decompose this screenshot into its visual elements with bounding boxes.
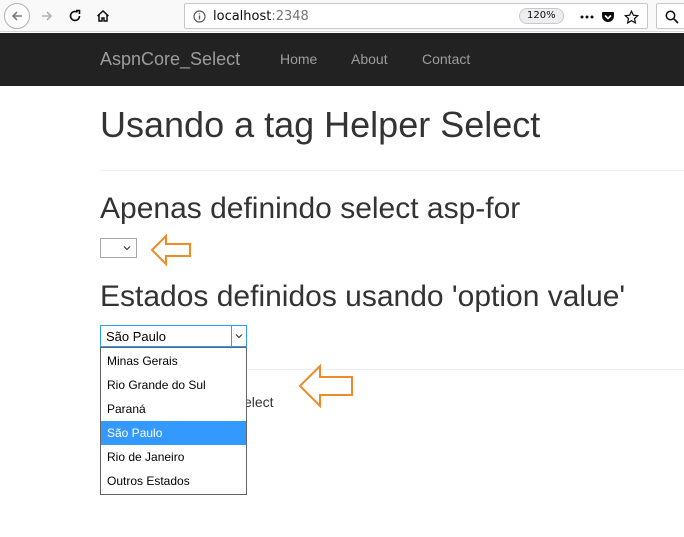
forward-button[interactable] bbox=[34, 3, 60, 29]
divider bbox=[100, 170, 684, 171]
section-heading-asp-for: Apenas definindo select asp-for bbox=[100, 192, 521, 225]
states-dropdown-list: Minas Gerais Rio Grande do Sul Paraná Sã… bbox=[100, 347, 247, 495]
back-arrow-icon bbox=[11, 11, 22, 21]
empty-select[interactable] bbox=[100, 238, 137, 258]
browser-toolbar: localhost:2348 120% bbox=[0, 0, 684, 32]
site-navbar: AspnCore_Select Home About Contact bbox=[0, 33, 684, 86]
partially-hidden-text: elect bbox=[244, 394, 274, 410]
nav-link-home[interactable]: Home bbox=[280, 51, 317, 67]
url-text: localhost:2348 bbox=[213, 9, 309, 24]
section-heading-option-value: Estados definidos usando 'option value' bbox=[100, 280, 626, 313]
nav-link-about[interactable]: About bbox=[351, 51, 388, 67]
navbar-brand[interactable]: AspnCore_Select bbox=[100, 49, 240, 70]
dropdown-option-selected[interactable]: São Paulo bbox=[101, 421, 246, 445]
chevron-down-icon bbox=[235, 334, 243, 339]
states-select-button[interactable] bbox=[231, 326, 246, 346]
more-icon[interactable] bbox=[578, 8, 596, 26]
dropdown-option[interactable]: Outros Estados bbox=[101, 469, 246, 493]
pocket-icon[interactable] bbox=[599, 8, 617, 26]
info-icon[interactable] bbox=[193, 10, 206, 28]
left-arrow-annotation-icon bbox=[150, 234, 191, 266]
nav-link-contact[interactable]: Contact bbox=[422, 51, 470, 67]
forward-arrow-icon bbox=[42, 11, 53, 21]
home-button[interactable] bbox=[90, 3, 116, 29]
dropdown-option[interactable]: Minas Gerais bbox=[101, 349, 246, 373]
reload-icon bbox=[69, 9, 81, 22]
search-field[interactable] bbox=[656, 3, 684, 29]
states-select-value: São Paulo bbox=[106, 329, 166, 344]
star-icon[interactable] bbox=[622, 8, 640, 26]
url-port: :2348 bbox=[271, 9, 309, 24]
reload-button[interactable] bbox=[62, 3, 88, 29]
dropdown-option[interactable]: Paraná bbox=[101, 397, 246, 421]
states-select[interactable]: São Paulo bbox=[100, 325, 247, 347]
back-button[interactable] bbox=[4, 3, 30, 29]
zoom-indicator[interactable]: 120% bbox=[519, 8, 564, 24]
dropdown-option[interactable]: Rio de Janeiro bbox=[101, 445, 246, 469]
home-icon bbox=[96, 9, 110, 22]
url-host: localhost bbox=[213, 9, 272, 24]
page-title: Usando a tag Helper Select bbox=[100, 104, 541, 145]
chevron-down-icon bbox=[122, 241, 132, 260]
address-bar[interactable]: localhost:2348 120% bbox=[184, 3, 648, 29]
left-arrow-annotation-icon bbox=[298, 364, 353, 408]
dropdown-option[interactable]: Rio Grande do Sul bbox=[101, 373, 246, 397]
search-icon bbox=[663, 8, 681, 26]
